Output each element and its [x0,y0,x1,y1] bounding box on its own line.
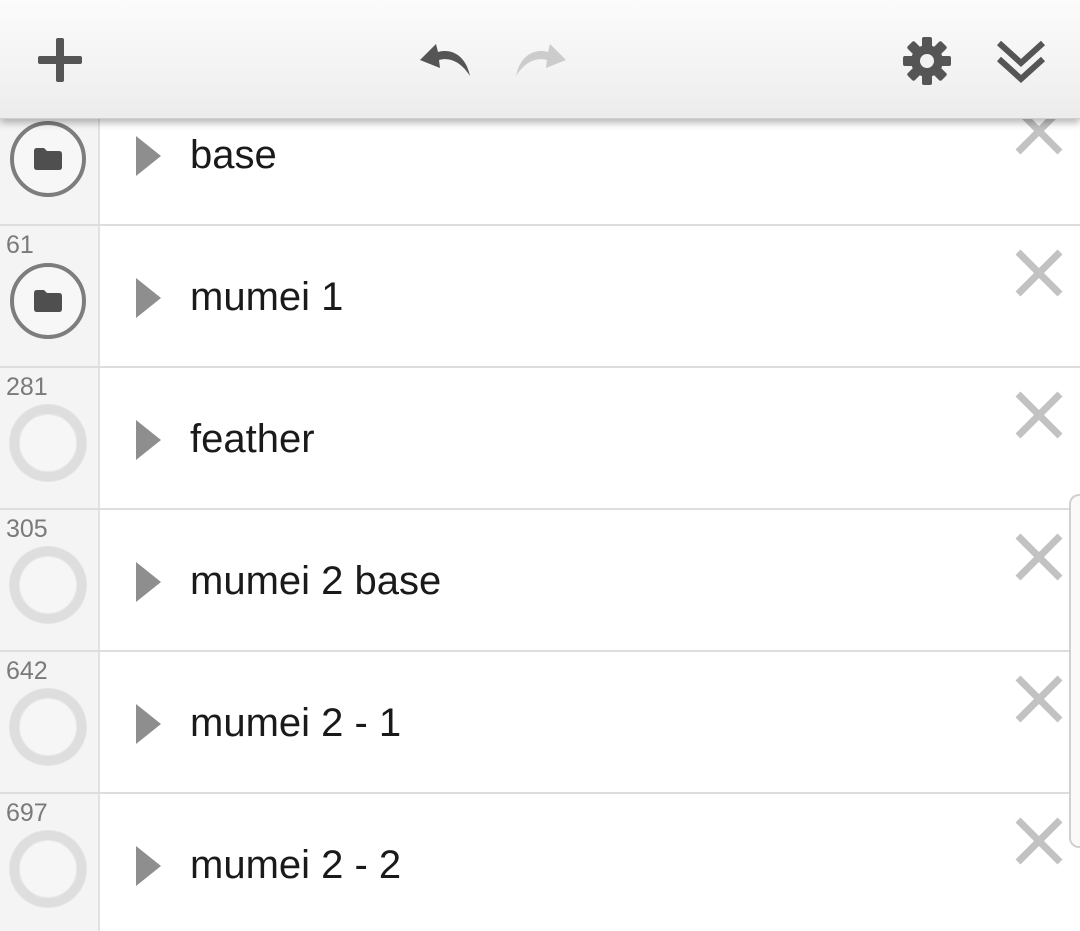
collapse-all-button[interactable] [990,30,1052,92]
add-layer-button[interactable] [28,28,92,92]
layer-count: 281 [6,373,48,401]
folder-icon [33,147,63,171]
gear-icon [903,37,951,85]
layer-visibility-toggle[interactable] [10,831,86,907]
close-icon[interactable] [1013,531,1065,583]
layer-count: 305 [6,515,48,543]
double-chevron-down-icon [996,40,1046,84]
folder-icon [33,289,63,313]
layer-folder-toggle[interactable] [10,263,86,339]
layer-visibility-toggle[interactable] [10,405,86,481]
close-icon[interactable] [1013,247,1065,299]
layer-label[interactable]: feather [190,416,315,462]
layer-panel: base 61 mumei 1 281 feather 305 mumei 2 base 64… [0,0,1080,931]
expand-arrow-icon[interactable] [134,420,162,460]
expand-arrow-icon[interactable] [134,136,162,176]
layer-label[interactable]: mumei 2 - 1 [190,700,401,746]
close-icon[interactable] [1013,815,1065,867]
close-icon[interactable] [1013,389,1065,441]
layer-row[interactable]: 281 feather [0,368,1080,510]
layer-folder-toggle[interactable] [10,121,86,197]
expand-arrow-icon[interactable] [134,846,162,886]
expand-arrow-icon[interactable] [134,704,162,744]
layer-row[interactable]: 61 mumei 1 [0,226,1080,368]
settings-button[interactable] [896,30,958,92]
layer-count: 642 [6,657,48,685]
redo-icon [516,44,566,76]
layer-visibility-toggle[interactable] [10,547,86,623]
layer-label[interactable]: mumei 1 [190,274,343,320]
layer-row[interactable]: 305 mumei 2 base [0,510,1080,652]
layer-row[interactable]: 697 mumei 2 - 2 [0,794,1080,931]
layer-row[interactable]: 642 mumei 2 - 1 [0,652,1080,794]
redo-button[interactable] [506,30,574,86]
scrollbar-handle[interactable] [1069,494,1080,848]
plus-icon [38,38,82,82]
layer-count: 697 [6,799,48,827]
layer-label[interactable]: mumei 2 base [190,558,441,604]
expand-arrow-icon[interactable] [134,562,162,602]
layer-gutter: 697 [0,794,100,931]
expand-arrow-icon[interactable] [134,278,162,318]
layer-gutter: 61 [0,226,100,366]
undo-icon [420,44,470,76]
layer-label[interactable]: base [190,132,277,178]
close-icon[interactable] [1013,673,1065,725]
layer-visibility-toggle[interactable] [10,689,86,765]
layer-gutter: 281 [0,368,100,508]
layer-gutter: 305 [0,510,100,650]
layer-list: base 61 mumei 1 281 feather 305 mumei 2 base 64… [0,84,1080,931]
undo-button[interactable] [412,30,480,86]
layer-gutter: 642 [0,652,100,792]
layer-count: 61 [6,231,34,259]
layer-label[interactable]: mumei 2 - 2 [190,842,401,888]
toolbar [0,0,1080,119]
